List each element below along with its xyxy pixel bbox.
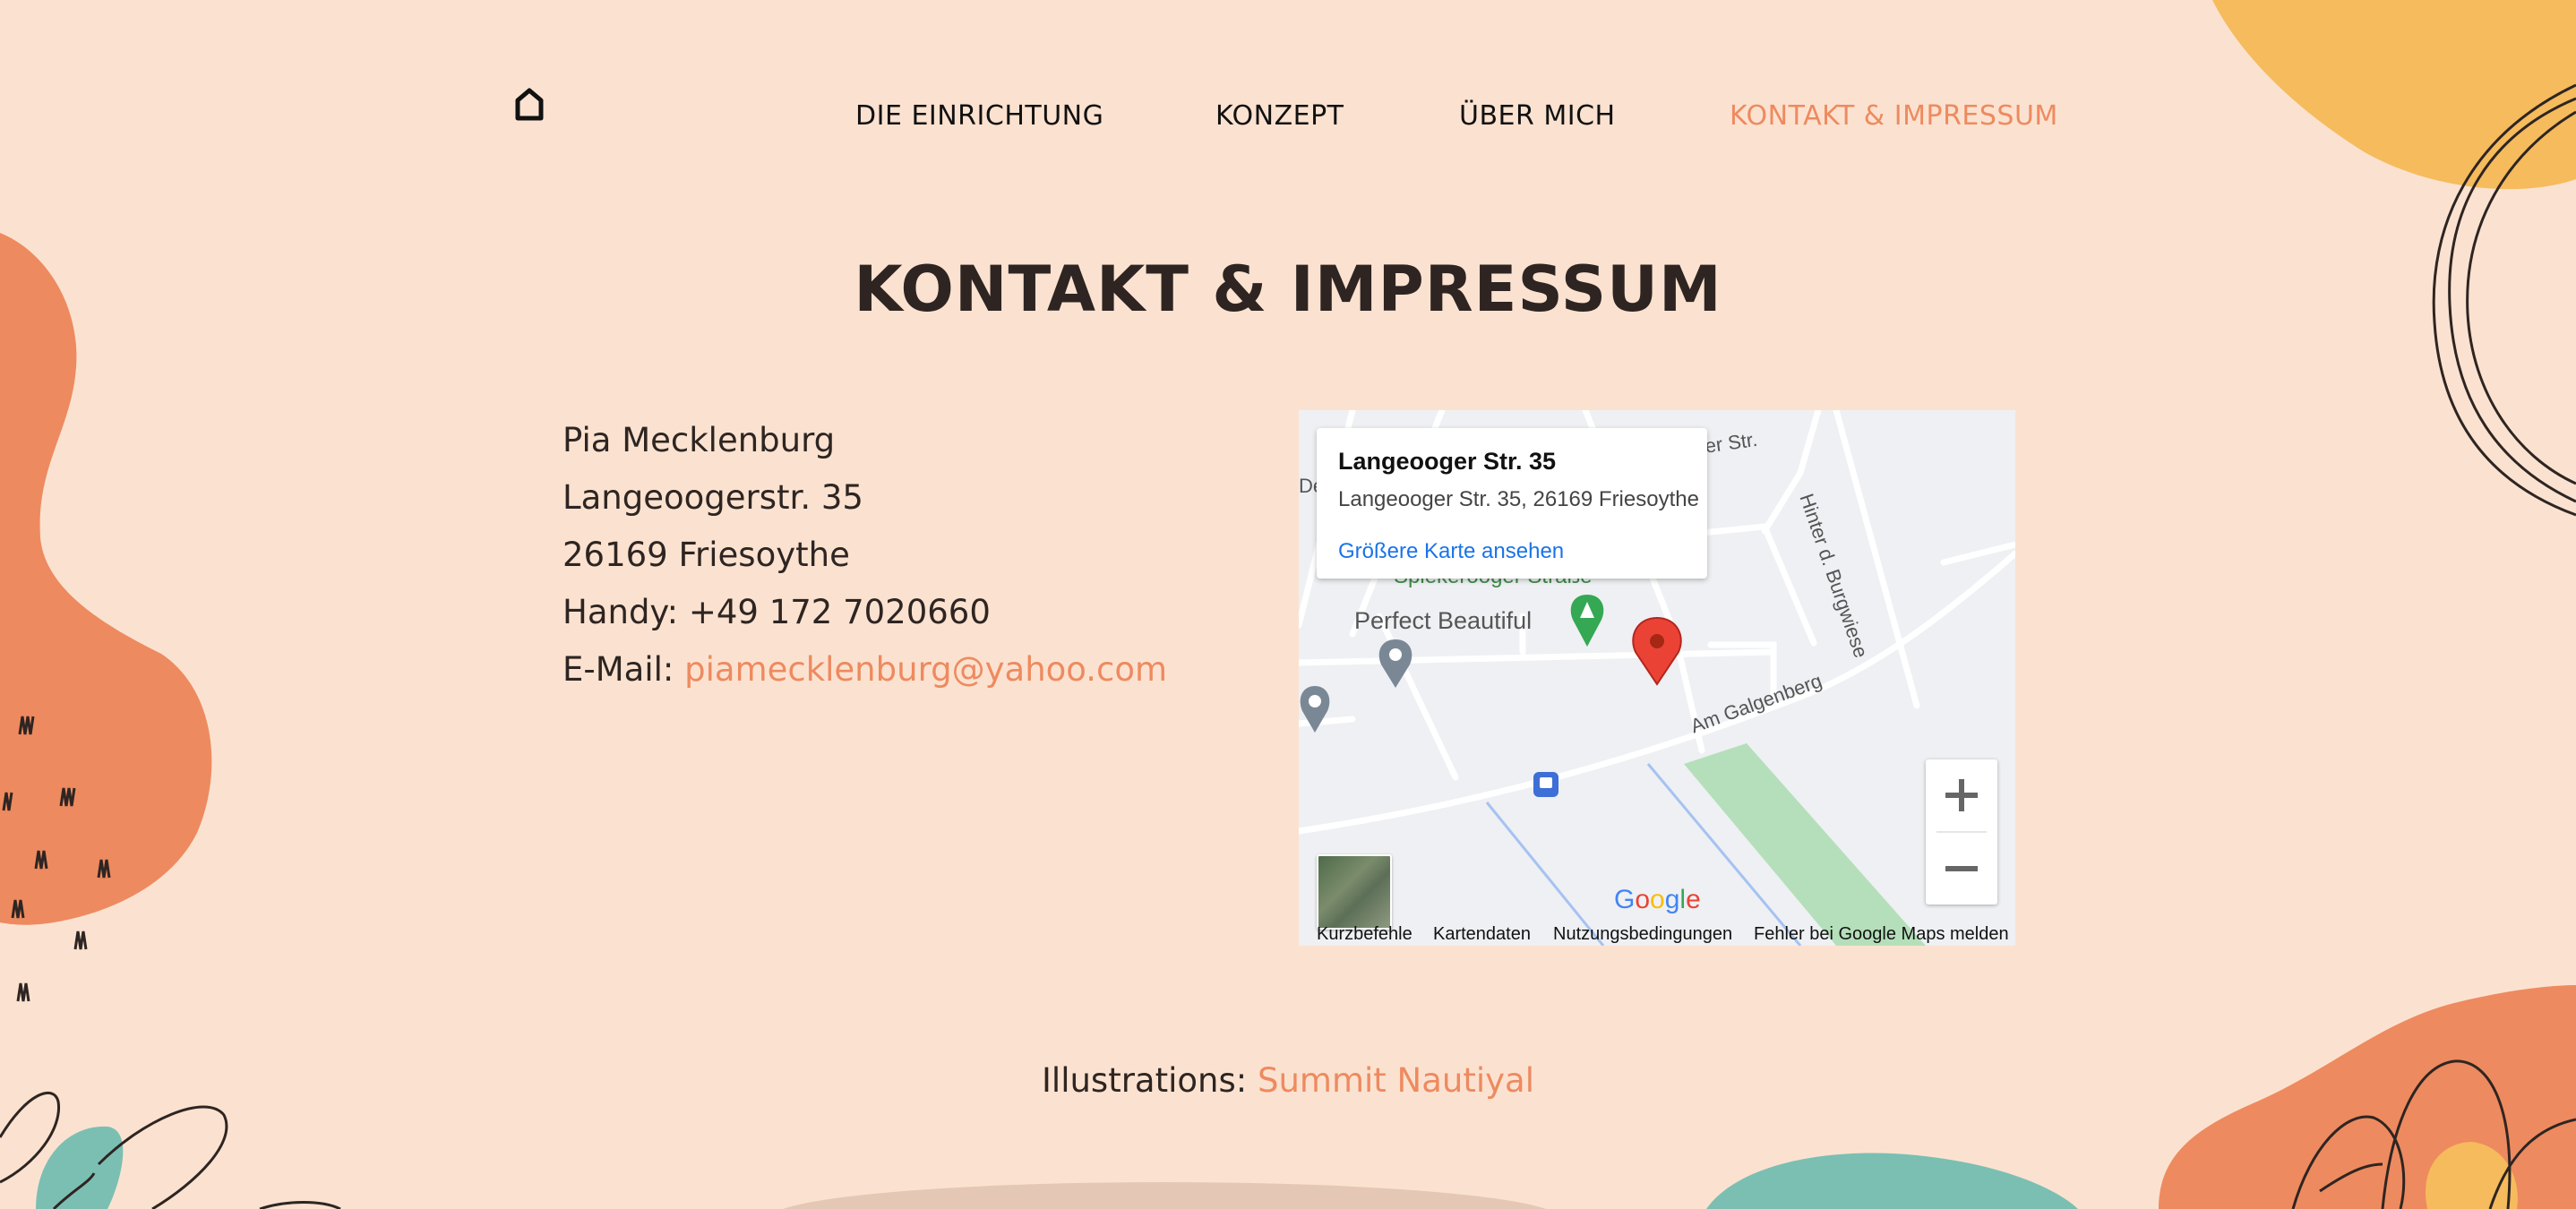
nav-item-konzept[interactable]: KONZEPT bbox=[1215, 100, 1344, 132]
main-nav: DIE EINRICHTUNG KONZEPT ÜBER MICH KONTAK… bbox=[0, 100, 2576, 136]
contact-email-row: E-Mail: piamecklenburg@yahoo.com bbox=[562, 641, 1167, 699]
map-terms-link[interactable]: Nutzungsbedingungen bbox=[1553, 924, 1732, 945]
email-link[interactable]: piamecklenburg@yahoo.com bbox=[684, 650, 1167, 689]
google-map[interactable]: Spiekerooger Straße Perfect Beautiful Am… bbox=[1299, 410, 2015, 946]
larger-map-link[interactable]: Größere Karte ansehen bbox=[1338, 539, 1564, 564]
map-label-place: Perfect Beautiful bbox=[1354, 607, 1533, 634]
map-report-link[interactable]: Fehler bei Google Maps melden bbox=[1754, 924, 2009, 945]
page-title: KONTAKT & IMPRESSUM bbox=[854, 253, 1722, 326]
credits-label: Illustrations: bbox=[1042, 1061, 1248, 1100]
contact-city: 26169 Friesoythe bbox=[562, 536, 850, 574]
contact-phone: Handy: +49 172 7020660 bbox=[562, 593, 991, 631]
teal-leaf-left bbox=[36, 1126, 124, 1209]
nav-item-einrichtung[interactable]: DIE EINRICHTUNG bbox=[855, 100, 1103, 132]
contact-name: Pia Mecklenburg bbox=[562, 421, 836, 459]
illustration-credits: Illustrations: Summit Nautiyal bbox=[0, 1061, 2576, 1100]
yellow-blob bbox=[2212, 0, 2576, 190]
yellow-leaf-right bbox=[2426, 1142, 2518, 1209]
plus-icon bbox=[1945, 779, 1978, 811]
map-card-address: Langeooger Str. 35, 26169 Friesoythe bbox=[1338, 487, 1699, 511]
minus-icon bbox=[1945, 866, 1978, 871]
bottom-shadow bbox=[783, 1182, 1546, 1209]
credits-author-link[interactable]: Summit Nautiyal bbox=[1258, 1061, 1534, 1100]
map-footer: Kurzbefehle Kartendaten Nutzungsbedingun… bbox=[1299, 924, 2015, 946]
map-data-link[interactable]: Kartendaten bbox=[1433, 924, 1531, 945]
satellite-view-toggle[interactable] bbox=[1317, 854, 1392, 930]
nav-item-kontakt[interactable]: KONTAKT & IMPRESSUM bbox=[1730, 100, 2058, 132]
bus-stop-icon bbox=[1533, 772, 1558, 797]
leaf-outline-left bbox=[0, 1092, 341, 1209]
zoom-controls bbox=[1926, 759, 1997, 905]
zoom-in-button[interactable] bbox=[1926, 759, 1997, 831]
map-shortcuts-link[interactable]: Kurzbefehle bbox=[1317, 924, 1413, 945]
google-logo: Google bbox=[1614, 885, 1701, 914]
background-illustrations bbox=[0, 0, 2576, 1209]
location-marker bbox=[1632, 616, 1682, 686]
contact-block: Pia Mecklenburg Langeoogerstr. 35 26169 … bbox=[562, 412, 1167, 699]
zoom-out-button[interactable] bbox=[1926, 833, 1997, 905]
nav-item-ueber-mich[interactable]: ÜBER MICH bbox=[1459, 100, 1616, 132]
map-card-title: Langeooger Str. 35 bbox=[1338, 448, 1557, 475]
map-info-card: Langeooger Str. 35 Langeooger Str. 35, 2… bbox=[1317, 428, 1707, 579]
email-label: E-Mail: bbox=[562, 650, 674, 689]
contact-street: Langeoogerstr. 35 bbox=[562, 478, 863, 517]
teal-blob-bottom bbox=[1706, 1153, 2078, 1209]
scribble-marks bbox=[2, 716, 111, 1002]
orange-blob-left bbox=[0, 233, 212, 925]
park-pin-green bbox=[1570, 595, 1604, 647]
